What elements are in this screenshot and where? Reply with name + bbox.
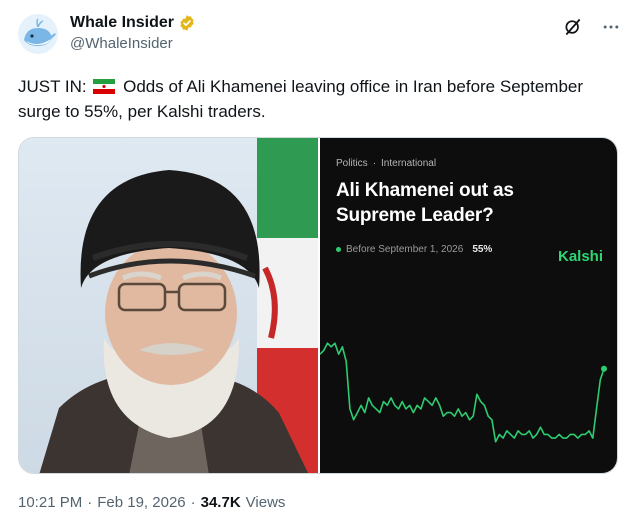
chart-legend: Before September 1, 2026 55% <box>336 244 492 255</box>
tweet-prefix: JUST IN: <box>18 77 87 96</box>
legend-dot-icon <box>336 247 341 252</box>
author-display-name[interactable]: Whale Insider <box>70 14 196 32</box>
grok-icon[interactable] <box>562 16 584 38</box>
more-icon[interactable] <box>600 16 622 38</box>
views-label: Views <box>245 494 286 511</box>
tweet-meta: 10:21 PM · Feb 19, 2026 · 34.7K Views <box>18 494 285 511</box>
iran-flag-icon <box>93 76 116 94</box>
tweet-media[interactable]: Politics · International Ali Khamenei ou… <box>18 137 618 474</box>
tweet-text: JUST IN: Odds of Ali Khamenei leaving of… <box>18 74 618 124</box>
header-actions <box>562 16 622 38</box>
whale-avatar-icon[interactable] <box>18 14 58 54</box>
crumb-separator: · <box>372 158 377 169</box>
crumb-politics[interactable]: Politics <box>336 158 368 169</box>
odds-line-chart <box>320 342 607 443</box>
crumb-international[interactable]: International <box>381 158 436 169</box>
kalshi-logo: Kalshi <box>557 248 603 265</box>
tweet-time[interactable]: 10:21 PM <box>18 494 82 511</box>
legend-value: 55% <box>472 244 493 255</box>
tweet-date[interactable]: Feb 19, 2026 <box>97 494 185 511</box>
portrait-photo[interactable] <box>19 138 318 473</box>
author-names: Whale Insider @WhaleInsider <box>70 14 196 52</box>
display-name-text[interactable]: Whale Insider <box>70 14 174 32</box>
card-breadcrumb: Politics · International <box>336 158 436 169</box>
meta-separator: · <box>87 494 93 511</box>
author-handle[interactable]: @WhaleInsider <box>70 35 196 52</box>
series-line <box>320 342 605 443</box>
meta-separator: · <box>190 494 196 511</box>
tweet-header: Whale Insider @WhaleInsider <box>18 12 622 60</box>
latest-point-marker <box>601 365 607 372</box>
kalshi-market-card[interactable]: Politics · International Ali Khamenei ou… <box>320 138 617 473</box>
legend-label: Before September 1, 2026 <box>346 244 464 255</box>
views-count: 34.7K <box>200 494 241 511</box>
card-title: Ali Khamenei out as Supreme Leader? <box>336 180 514 226</box>
verified-badge-icon[interactable] <box>178 14 196 32</box>
